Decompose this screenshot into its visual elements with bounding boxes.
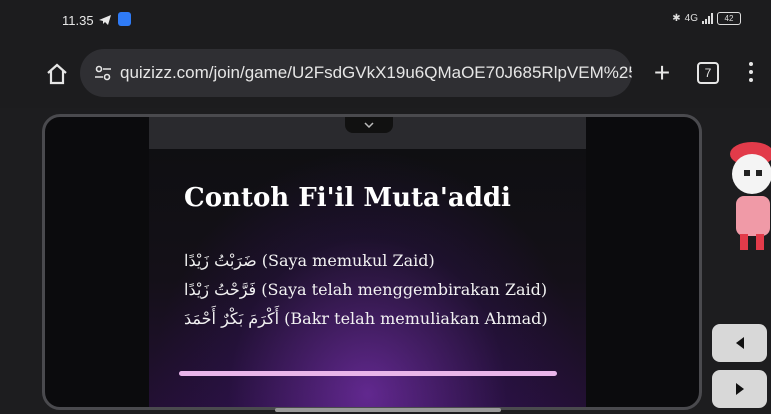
slide-line: أَكْرَمَ بَكْرٌ أَحْمَدَ (Bakr telah mem… — [184, 309, 548, 328]
status-bar: 11.35 ✱ 4G 42 — [0, 0, 771, 38]
next-slide-button[interactable] — [712, 370, 767, 408]
telegram-icon — [99, 15, 111, 25]
status-indicators: ✱ 4G 42 — [672, 12, 741, 25]
collapse-toggle[interactable] — [345, 117, 393, 133]
signal-icon — [702, 13, 713, 24]
arrow-left-icon — [736, 337, 744, 349]
slide-title: Contoh Fi'il Muta'addi — [184, 183, 511, 213]
browser-toolbar: quizizz.com/join/game/U2FsdGVkX19u6QMaOE… — [0, 38, 771, 108]
new-tab-button[interactable]: + — [647, 58, 677, 88]
slide-progress-bar — [179, 371, 557, 376]
app-notification-icon — [118, 12, 131, 26]
network-label: 4G — [684, 13, 698, 24]
address-bar[interactable]: quizizz.com/join/game/U2FsdGVkX19u6QMaOE… — [80, 49, 632, 97]
bluetooth-icon: ✱ — [672, 13, 681, 24]
slide-line: فَرَّحْتُ زَيْدًا (Saya telah menggembir… — [184, 280, 548, 299]
arrow-right-icon — [736, 383, 744, 395]
url-text[interactable]: quizizz.com/join/game/U2FsdGVkX19u6QMaOE… — [120, 63, 632, 83]
tab-switcher-button[interactable]: 7 — [697, 62, 719, 84]
site-settings-icon[interactable] — [94, 64, 112, 82]
slide-line: ضَرَبْتُ زَيْدًا (Saya memukul Zaid) — [184, 251, 435, 270]
more-icon[interactable] — [747, 62, 755, 86]
previous-slide-button[interactable] — [712, 324, 767, 362]
web-content: Contoh Fi'il Muta'addi ضَرَبْتُ زَيْدًا … — [0, 108, 771, 414]
home-icon[interactable] — [45, 62, 69, 86]
game-frame: Contoh Fi'il Muta'addi ضَرَبْتُ زَيْدًا … — [42, 114, 702, 410]
status-time: 11.35 — [62, 13, 94, 28]
plus-icon: + — [653, 57, 671, 88]
chevron-down-icon — [364, 122, 374, 129]
battery-icon: 42 — [717, 12, 741, 25]
player-avatar — [730, 142, 771, 250]
quiz-slide: Contoh Fi'il Muta'addi ضَرَبْتُ زَيْدًا … — [149, 149, 586, 407]
home-indicator[interactable] — [275, 408, 501, 412]
